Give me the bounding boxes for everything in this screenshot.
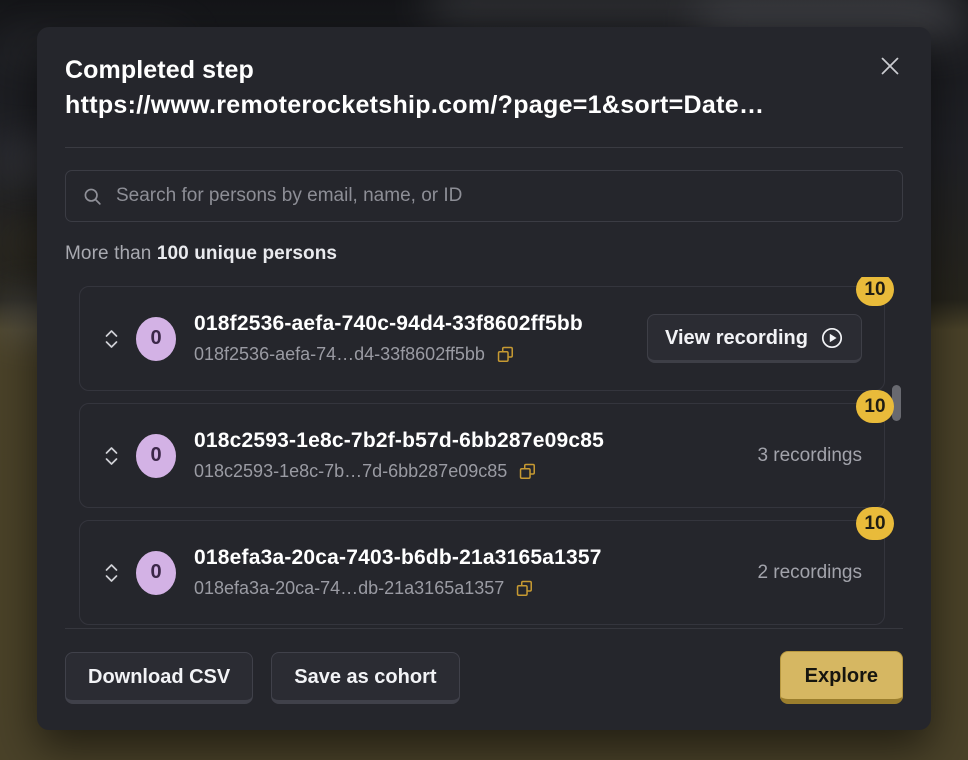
avatar: 0	[136, 433, 176, 478]
person-text: 018c2593-1e8c-7b2f-b57d-6bb287e09c85 018…	[194, 429, 747, 482]
modal-title: Completed step	[65, 56, 254, 84]
recordings-count-label: 2 recordings	[757, 561, 862, 583]
person-id: 018c2593-1e8c-7b2f-b57d-6bb287e09c85	[194, 429, 604, 452]
table-row[interactable]: 10 0 018efa3a-20ca-7403-b6db-21a3165a135…	[79, 507, 894, 625]
person-id-short: 018efa3a-20ca-74…db-21a3165a1357	[194, 578, 505, 598]
recordings-count-label: 3 recordings	[757, 444, 862, 466]
download-csv-button[interactable]: Download CSV	[65, 651, 254, 704]
modal-step-url: https://www.remoterocketship.com/?page=1…	[65, 90, 765, 119]
person-id-short: 018c2593-1e8c-7b…7d-6bb287e09c85	[194, 461, 508, 481]
persons-list-scroll-area[interactable]: 10 0 018f2536-aefa-740c-94d4-33f8602ff5b…	[65, 277, 903, 628]
search-box[interactable]	[65, 170, 903, 222]
copy-icon[interactable]	[518, 462, 537, 481]
persons-list: 10 0 018f2536-aefa-740c-94d4-33f8602ff5b…	[65, 277, 903, 628]
modal-footer: Download CSV Save as cohort Explore	[37, 629, 931, 730]
search-input[interactable]	[116, 185, 886, 207]
row-action: View recording	[646, 314, 862, 363]
view-recording-button[interactable]: View recording	[646, 314, 862, 363]
explore-button[interactable]: Explore	[779, 651, 903, 704]
person-id-short-row: 018c2593-1e8c-7b…7d-6bb287e09c85	[194, 461, 747, 482]
count-value: 100 unique persons	[156, 243, 338, 264]
play-circle-icon	[820, 326, 844, 350]
chevron-up-down-icon[interactable]	[98, 322, 124, 356]
row-action: 2 recordings	[757, 562, 862, 584]
person-id: 018f2536-aefa-740c-94d4-33f8602ff5bb	[194, 312, 583, 335]
unique-persons-count: More than 100 unique persons	[65, 243, 903, 265]
avatar: 0	[136, 316, 176, 361]
person-text: 018efa3a-20ca-7403-b6db-21a3165a1357 018…	[194, 546, 747, 599]
copy-icon[interactable]	[515, 579, 534, 598]
chevron-up-down-icon[interactable]	[98, 556, 124, 590]
completed-step-modal: Completed step https://www.remoterockets…	[37, 27, 931, 730]
scrollbar[interactable]	[892, 277, 902, 628]
search-icon	[82, 186, 103, 207]
row-action: 3 recordings	[757, 445, 862, 467]
close-icon[interactable]	[873, 49, 907, 83]
save-as-cohort-button[interactable]: Save as cohort	[271, 651, 460, 704]
table-row[interactable]: 10 0 018f2536-aefa-740c-94d4-33f8602ff5b…	[79, 277, 894, 391]
avatar: 0	[136, 550, 176, 595]
person-id: 018efa3a-20ca-7403-b6db-21a3165a1357	[194, 546, 602, 569]
status-badge: 10	[856, 507, 894, 540]
copy-icon[interactable]	[496, 345, 515, 364]
status-badge: 10	[856, 390, 894, 423]
table-row[interactable]: 10 0 018c2593-1e8c-7b2f-b57d-6bb287e09c8…	[79, 390, 894, 508]
person-id-short-row: 018efa3a-20ca-74…db-21a3165a1357	[194, 578, 747, 599]
view-recording-label: View recording	[664, 326, 808, 349]
person-id-short: 018f2536-aefa-74…d4-33f8602ff5bb	[194, 344, 485, 364]
status-badge: 10	[856, 277, 894, 306]
person-id-short-row: 018f2536-aefa-74…d4-33f8602ff5bb	[194, 344, 637, 365]
modal-header: Completed step https://www.remoterockets…	[37, 27, 931, 122]
modal-body: More than 100 unique persons 10 0	[37, 148, 931, 628]
chevron-up-down-icon[interactable]	[98, 439, 124, 473]
person-text: 018f2536-aefa-740c-94d4-33f8602ff5bb 018…	[194, 312, 637, 365]
count-prefix: More than	[65, 243, 152, 264]
